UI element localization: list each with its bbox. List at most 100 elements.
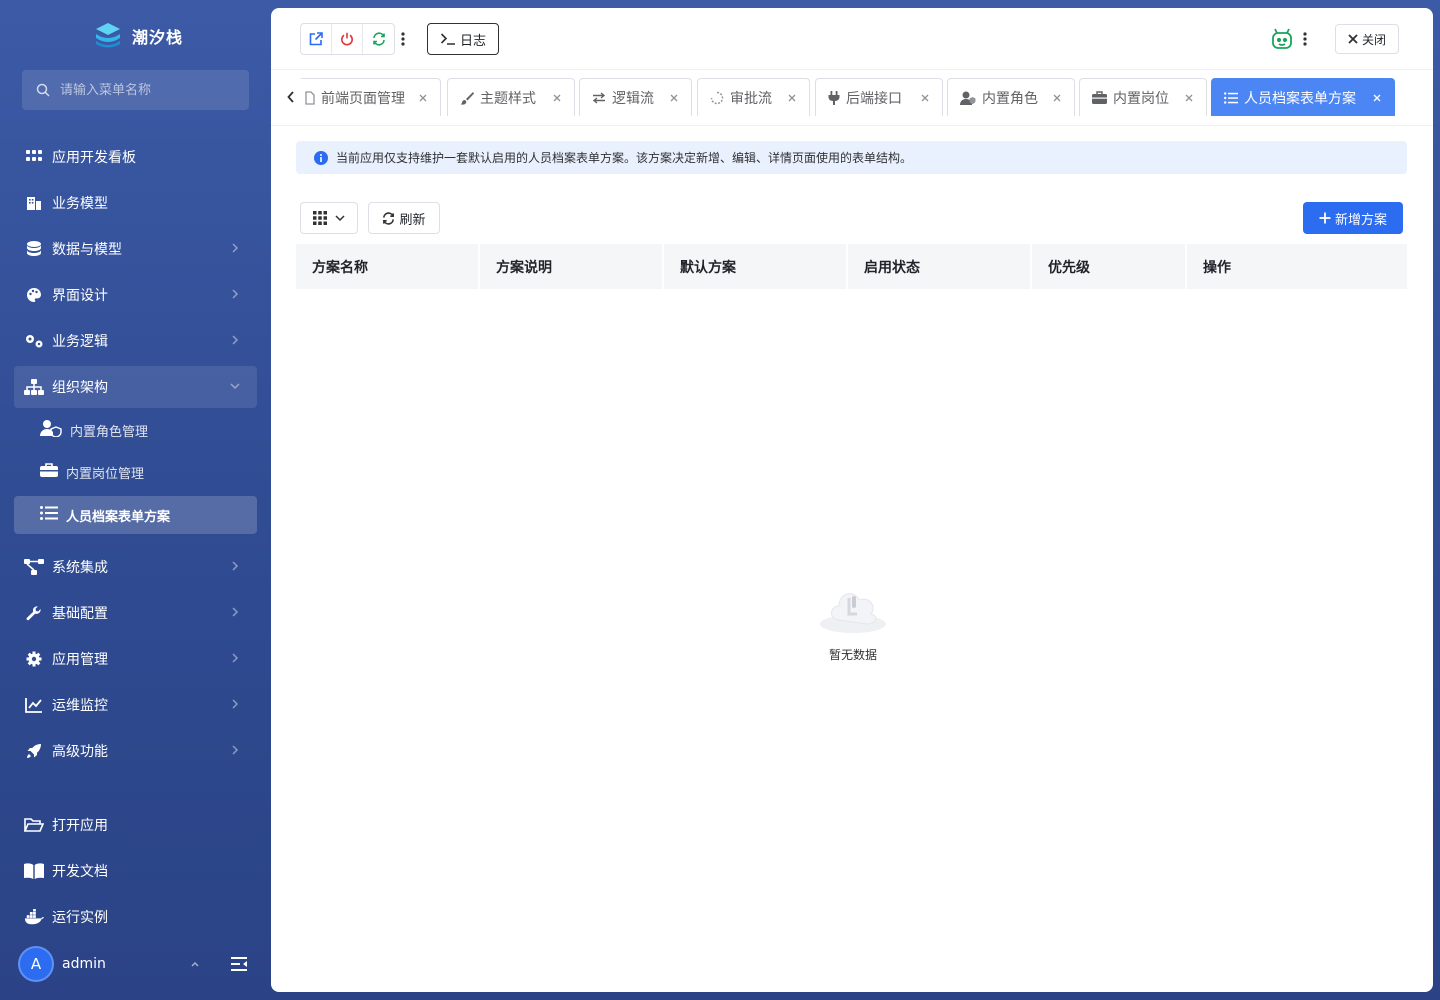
brand-logo-icon: [96, 23, 120, 48]
add-scheme-button[interactable]: 新增方案: [1303, 202, 1403, 234]
brand-name: 潮汐栈: [132, 28, 184, 47]
tab-close-icon[interactable]: [552, 93, 562, 103]
menu-label: 系统集成: [52, 560, 108, 576]
exchange-icon: [592, 91, 606, 104]
add-scheme-button-label: 新增方案: [1334, 212, 1387, 228]
log-button[interactable]: 日志: [427, 23, 499, 55]
empty-box-icon: [820, 593, 886, 633]
column-header-default-scheme[interactable]: 默认方案: [664, 244, 848, 289]
chevron-up-icon[interactable]: [190, 959, 200, 969]
tab-close-icon[interactable]: [1372, 93, 1382, 103]
tab-frontend-pages[interactable]: 前端页面管理: [301, 78, 441, 116]
chevron-right-icon: [232, 561, 239, 571]
empty-state: 暂无数据: [803, 580, 903, 663]
menu-item-org-structure[interactable]: 组织架构: [14, 366, 257, 408]
close-button[interactable]: 关闭: [1335, 24, 1399, 54]
menu-item-app-management[interactable]: 应用管理: [14, 638, 257, 680]
chevron-down-icon: [230, 383, 240, 390]
menu-item-advanced[interactable]: 高级功能: [14, 730, 257, 772]
menu-label: 开发文档: [52, 864, 108, 880]
rocket-icon: [24, 741, 44, 761]
user-bar[interactable]: A admin: [18, 946, 254, 982]
menu-item-ui-design[interactable]: 界面设计: [14, 274, 257, 316]
submenu-label: 人员档案表单方案: [66, 509, 171, 525]
chevron-left-icon: [287, 91, 294, 103]
list-icon: [40, 506, 58, 524]
chevron-down-icon: [335, 215, 345, 222]
tab-label: 后端接口: [846, 90, 902, 107]
avatar[interactable]: A: [18, 946, 54, 982]
briefcase-icon: [40, 462, 58, 482]
grid-icon: [24, 147, 44, 167]
menu-item-business-logic[interactable]: 业务逻辑: [14, 320, 257, 362]
more-vertical-icon: [1303, 32, 1307, 46]
project-diagram-icon: [24, 557, 44, 577]
menu-item-system-integration[interactable]: 系统集成: [14, 546, 257, 588]
menu-search-input[interactable]: [60, 82, 230, 98]
menu-label: 打开应用: [52, 818, 108, 834]
submenu-label: 内置角色管理: [70, 424, 149, 440]
user-shield-icon: [40, 419, 62, 441]
refresh-icon: [383, 211, 395, 225]
tab-backend-api[interactable]: 后端接口: [815, 78, 943, 116]
menu-item-open-app[interactable]: 打开应用: [14, 804, 257, 846]
tab-approval-flow[interactable]: 审批流: [697, 78, 810, 116]
sync-button[interactable]: [363, 24, 394, 54]
menu-label: 业务模型: [52, 196, 108, 212]
more-actions-button[interactable]: [397, 30, 409, 48]
chevron-right-icon: [232, 289, 239, 299]
menu-label: 界面设计: [52, 288, 108, 304]
refresh-button[interactable]: 刷新: [368, 202, 440, 234]
book-open-icon: [24, 861, 44, 881]
cogs-icon: [24, 331, 44, 351]
brush-icon: [460, 91, 474, 105]
notice-text: 当前应用仅支持维护一套默认启用的人员档案表单方案。该方案决定新增、编辑、详情页面…: [336, 151, 913, 165]
tab-close-icon[interactable]: [418, 93, 428, 103]
brand[interactable]: 潮汐栈: [92, 18, 183, 54]
menu-item-dev-docs[interactable]: 开发文档: [14, 850, 257, 892]
tab-builtin-position[interactable]: 内置岗位: [1079, 78, 1207, 116]
menu-label: 高级功能: [52, 744, 108, 760]
power-button[interactable]: [332, 24, 363, 54]
menu-item-basic-config[interactable]: 基础配置: [14, 592, 257, 634]
tab-close-icon[interactable]: [669, 93, 679, 103]
tab-scroll-left-button[interactable]: [285, 89, 297, 105]
tab-personnel-form-scheme[interactable]: 人员档案表单方案: [1211, 78, 1395, 116]
plus-icon: [1319, 212, 1331, 224]
robot-icon[interactable]: [1270, 27, 1294, 51]
tab-theme-style[interactable]: 主题样式: [447, 78, 575, 116]
sidebar-item-builtin-roles[interactable]: 内置角色管理: [14, 411, 257, 449]
column-header-enabled-status[interactable]: 启用状态: [848, 244, 1032, 289]
tab-label: 内置岗位: [1113, 90, 1169, 107]
circle-notch-icon: [710, 91, 724, 104]
open-external-button[interactable]: [301, 24, 332, 54]
refresh-button-label: 刷新: [399, 212, 426, 228]
menu-item-business-model[interactable]: 业务模型: [14, 182, 257, 224]
menu-label: 数据与模型: [52, 242, 122, 258]
tab-close-icon[interactable]: [787, 93, 797, 103]
column-header-scheme-desc[interactable]: 方案说明: [480, 244, 664, 289]
tab-logic-flow[interactable]: 逻辑流: [579, 78, 692, 116]
tab-close-icon[interactable]: [1052, 93, 1062, 103]
bot-more-button[interactable]: [1300, 30, 1310, 48]
tab-label: 前端页面管理: [321, 90, 405, 107]
menu-item-dashboard[interactable]: 应用开发看板: [14, 136, 257, 178]
menu-item-run-instances[interactable]: 运行实例: [14, 896, 257, 938]
sidebar-item-builtin-positions[interactable]: 内置岗位管理: [14, 453, 257, 491]
tab-close-icon[interactable]: [920, 93, 930, 103]
table-header: 方案名称 方案说明 默认方案 启用状态 优先级 操作: [296, 244, 1407, 289]
sidebar-item-personnel-form-scheme[interactable]: 人员档案表单方案: [14, 496, 257, 534]
column-header-scheme-name[interactable]: 方案名称: [296, 244, 480, 289]
menu-collapse-icon[interactable]: [230, 955, 248, 973]
menu-item-data-model[interactable]: 数据与模型: [14, 228, 257, 270]
submenu-label: 内置岗位管理: [66, 466, 145, 482]
column-header-priority[interactable]: 优先级: [1032, 244, 1187, 289]
gear-icon: [24, 649, 44, 669]
menu-search[interactable]: [22, 70, 249, 110]
close-button-label: 关闭: [1361, 32, 1386, 47]
tab-builtin-role[interactable]: 内置角色: [947, 78, 1075, 116]
info-notice: 当前应用仅支持维护一套默认启用的人员档案表单方案。该方案决定新增、编辑、详情页面…: [296, 141, 1407, 174]
column-settings-dropdown[interactable]: [300, 202, 358, 234]
menu-item-ops-monitor[interactable]: 运维监控: [14, 684, 257, 726]
tab-close-icon[interactable]: [1184, 93, 1194, 103]
